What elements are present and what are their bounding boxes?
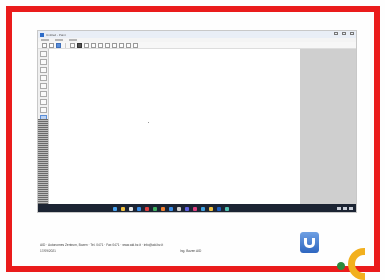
tool-select-icon[interactable] bbox=[39, 51, 47, 57]
tray-volume-icon[interactable] bbox=[343, 207, 347, 210]
minimize-icon[interactable] bbox=[334, 32, 338, 35]
taskbar-app-icon-0[interactable] bbox=[113, 207, 117, 211]
footer-institution: AID · Autonomes Zentrum, Bozen · Tel. 04… bbox=[40, 243, 164, 247]
canvas-cursor bbox=[148, 122, 149, 123]
taskbar-app-icon-10[interactable] bbox=[193, 207, 197, 211]
taskbar-app-icon-6[interactable] bbox=[161, 207, 165, 211]
curve-icon[interactable] bbox=[98, 42, 103, 48]
save-icon[interactable] bbox=[56, 42, 61, 48]
open-icon[interactable] bbox=[49, 42, 54, 48]
green-dot-icon bbox=[337, 262, 345, 270]
taskbar-app-icon-3[interactable] bbox=[137, 207, 141, 211]
new-icon[interactable] bbox=[42, 42, 47, 48]
blue-logo bbox=[300, 232, 319, 253]
window-title: Untitled - Paint bbox=[46, 32, 66, 37]
taskbar-app-icon-7[interactable] bbox=[169, 207, 173, 211]
taskbar-app-icon-8[interactable] bbox=[177, 207, 181, 211]
maximize-icon[interactable] bbox=[342, 32, 346, 35]
system-tray bbox=[337, 207, 353, 210]
slide: Untitled - Paint AID · Autonomes Zentrum… bbox=[0, 0, 385, 280]
taskbar-app-icon-14[interactable] bbox=[225, 207, 229, 211]
workspace-background bbox=[300, 49, 356, 204]
taskbar-app-icon-9[interactable] bbox=[185, 207, 189, 211]
footer-author: Ing. Bozen AID bbox=[180, 249, 202, 253]
paint-app-icon bbox=[40, 32, 44, 37]
taskbar-app-icon-13[interactable] bbox=[217, 207, 221, 211]
tray-network-icon[interactable] bbox=[337, 207, 341, 210]
window-titlebar: Untitled - Paint bbox=[38, 31, 356, 38]
taskbar-app-icon-2[interactable] bbox=[129, 207, 133, 211]
window-controls bbox=[334, 32, 354, 35]
toolbar bbox=[38, 42, 356, 49]
taskbar-app-icon-1[interactable] bbox=[121, 207, 125, 211]
menu-item-file[interactable] bbox=[41, 39, 49, 41]
tool-pencil-icon[interactable] bbox=[39, 59, 47, 65]
orange-ring-icon bbox=[348, 248, 365, 280]
shape-icon[interactable] bbox=[105, 42, 110, 48]
paint-screenshot: Untitled - Paint bbox=[37, 30, 357, 213]
u-shape-icon bbox=[304, 237, 315, 248]
windows-taskbar bbox=[38, 204, 356, 212]
taskbar-icons bbox=[113, 207, 229, 211]
menu-item-home[interactable] bbox=[55, 39, 63, 41]
eraser-icon[interactable] bbox=[119, 42, 124, 48]
green-orange-logo bbox=[337, 244, 365, 280]
tool-brush-icon[interactable] bbox=[39, 67, 47, 73]
close-icon[interactable] bbox=[350, 32, 354, 35]
taskbar-app-icon-12[interactable] bbox=[209, 207, 213, 211]
tool-fill-icon[interactable] bbox=[39, 83, 47, 89]
taskbar-app-icon-4[interactable] bbox=[145, 207, 149, 211]
select-icon[interactable] bbox=[70, 42, 75, 48]
tool-zoom-icon[interactable] bbox=[39, 99, 47, 105]
color-palette[interactable] bbox=[38, 119, 48, 204]
tool-eraser-icon[interactable] bbox=[39, 75, 47, 81]
tool-line-icon[interactable] bbox=[39, 107, 47, 113]
text-icon[interactable] bbox=[112, 42, 117, 48]
brush-icon[interactable] bbox=[84, 42, 89, 48]
menu-item-view[interactable] bbox=[69, 39, 77, 41]
tray-clock[interactable] bbox=[349, 207, 353, 210]
line-icon[interactable] bbox=[91, 42, 96, 48]
taskbar-app-icon-11[interactable] bbox=[201, 207, 205, 211]
toolbar-divider bbox=[65, 42, 66, 48]
pencil-icon[interactable] bbox=[77, 42, 82, 48]
footer-date: 17/09/2021 bbox=[40, 249, 56, 253]
tool-text-icon[interactable] bbox=[39, 91, 47, 97]
taskbar-app-icon-5[interactable] bbox=[153, 207, 157, 211]
color-picker-icon[interactable] bbox=[133, 42, 138, 48]
drawing-canvas[interactable] bbox=[50, 49, 300, 204]
fill-icon[interactable] bbox=[126, 42, 131, 48]
